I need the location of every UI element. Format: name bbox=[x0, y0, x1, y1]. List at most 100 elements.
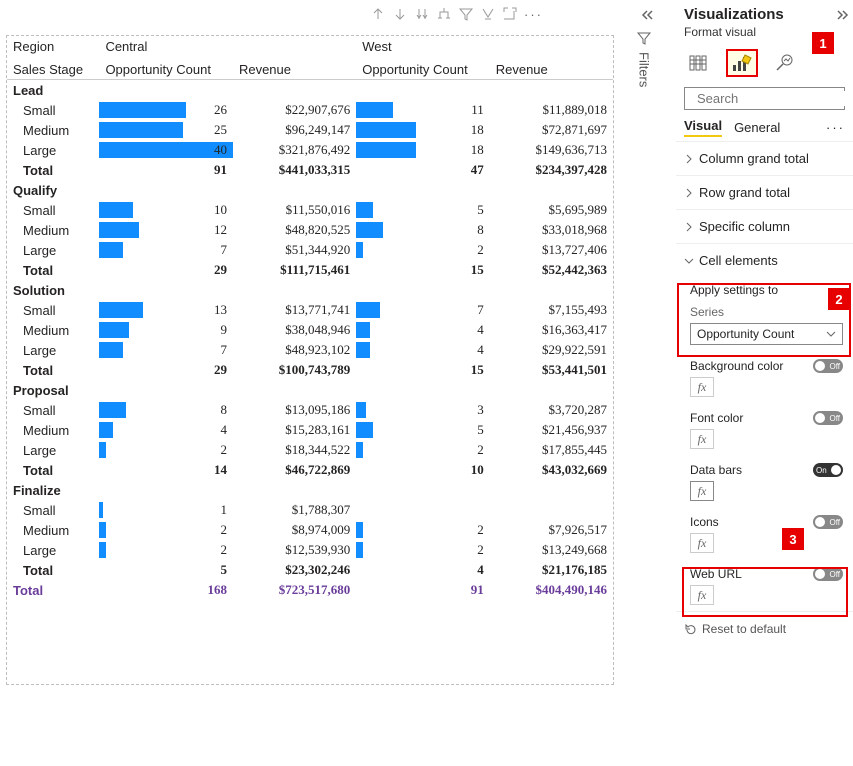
icons-toggle[interactable]: Off bbox=[813, 515, 843, 529]
focus-icon[interactable] bbox=[502, 6, 518, 22]
row-label: Small bbox=[7, 200, 99, 220]
data-bars-fx[interactable]: fx bbox=[690, 481, 714, 501]
drill-up-icon[interactable] bbox=[370, 6, 386, 22]
analytics-icon[interactable] bbox=[768, 49, 800, 77]
group-header[interactable]: Lead bbox=[7, 80, 613, 101]
cell: $441,033,315 bbox=[233, 160, 356, 180]
spotlight-icon[interactable] bbox=[480, 6, 496, 22]
cell: $5,695,989 bbox=[490, 200, 613, 220]
subtotal-row: Total5$23,302,2464$21,176,185 bbox=[7, 560, 613, 580]
drill-down-icon[interactable] bbox=[392, 6, 408, 22]
filters-collapsed-tab[interactable]: Filters bbox=[630, 30, 658, 110]
cell: $72,871,697 bbox=[490, 120, 613, 140]
header-region: Region bbox=[7, 36, 99, 56]
filters-label: Filters bbox=[637, 52, 652, 87]
font-color-toggle[interactable]: Off bbox=[813, 411, 843, 425]
cell: $16,363,417 bbox=[490, 320, 613, 340]
cell: $11,889,018 bbox=[490, 100, 613, 120]
matrix-visual[interactable]: Region Central West Sales Stage Opportun… bbox=[6, 35, 614, 685]
table-row: Large2$12,539,9302$13,249,668 bbox=[7, 540, 613, 560]
cell: 91 bbox=[99, 160, 233, 180]
cell: $15,283,161 bbox=[233, 420, 356, 440]
cell: 10 bbox=[356, 460, 490, 480]
cell: $21,176,185 bbox=[490, 560, 613, 580]
oc-cell: 8 bbox=[99, 400, 233, 420]
acc-column-grand-total[interactable]: Column grand total bbox=[676, 141, 853, 175]
filter-icon[interactable] bbox=[458, 6, 474, 22]
subtotal-label: Total bbox=[7, 560, 99, 580]
expand-down-icon[interactable] bbox=[414, 6, 430, 22]
group-header[interactable]: Qualify bbox=[7, 180, 613, 200]
row-label: Large bbox=[7, 340, 99, 360]
cell: $96,249,147 bbox=[233, 120, 356, 140]
bg-color-fx[interactable]: fx bbox=[690, 377, 714, 397]
acc-row-grand-total[interactable]: Row grand total bbox=[676, 175, 853, 209]
oc-cell: 40 bbox=[99, 140, 233, 160]
badge-2: 2 bbox=[828, 288, 850, 310]
subtotal-row: Total29$111,715,46115$52,442,363 bbox=[7, 260, 613, 280]
cell: $48,820,525 bbox=[233, 220, 356, 240]
cell: $11,550,016 bbox=[233, 200, 356, 220]
tab-general[interactable]: General bbox=[734, 120, 780, 135]
acc-specific-column[interactable]: Specific column bbox=[676, 209, 853, 243]
cell: $723,517,680 bbox=[233, 580, 356, 600]
cell: $1,788,307 bbox=[233, 500, 356, 520]
row-label: Small bbox=[7, 100, 99, 120]
table-row: Small10$11,550,0165$5,695,989 bbox=[7, 200, 613, 220]
more-options-icon[interactable]: ··· bbox=[524, 7, 543, 22]
search-box[interactable] bbox=[684, 87, 845, 110]
group-header[interactable]: Proposal bbox=[7, 380, 613, 400]
cell: $149,636,713 bbox=[490, 140, 613, 160]
cell: $13,727,406 bbox=[490, 240, 613, 260]
row-label: Large bbox=[7, 140, 99, 160]
header-central: Central bbox=[99, 36, 356, 56]
oc-cell: 2 bbox=[99, 440, 233, 460]
cell: 47 bbox=[356, 160, 490, 180]
expand-pane-icon[interactable] bbox=[835, 8, 849, 22]
format-visual-icon[interactable] bbox=[726, 49, 758, 77]
oc-cell: 7 bbox=[356, 300, 490, 320]
row-label: Large bbox=[7, 540, 99, 560]
bg-color-label: Background color bbox=[690, 359, 783, 373]
cell: $8,974,009 bbox=[233, 520, 356, 540]
badge-3: 3 bbox=[782, 528, 804, 550]
viz-title: Visualizations bbox=[684, 6, 784, 23]
group-header[interactable]: Solution bbox=[7, 280, 613, 300]
search-input[interactable] bbox=[697, 91, 853, 106]
table-row: Large7$48,923,1024$29,922,591 bbox=[7, 340, 613, 360]
oc-cell: 5 bbox=[356, 200, 490, 220]
data-bars-toggle[interactable]: On bbox=[813, 463, 843, 477]
collapse-pane-icon[interactable] bbox=[640, 8, 654, 25]
acc-label: Column grand total bbox=[699, 151, 809, 166]
font-color-label: Font color bbox=[690, 411, 743, 425]
visual-header-toolbar: ··· bbox=[370, 6, 543, 22]
row-label: Small bbox=[7, 500, 99, 520]
callout-3 bbox=[682, 567, 848, 617]
callout-2 bbox=[677, 283, 851, 357]
cell: $13,249,668 bbox=[490, 540, 613, 560]
tab-visual[interactable]: Visual bbox=[684, 118, 722, 137]
table-row: Medium25$96,249,14718$72,871,697 bbox=[7, 120, 613, 140]
cell: $7,155,493 bbox=[490, 300, 613, 320]
row-label: Small bbox=[7, 300, 99, 320]
hierarchy-icon[interactable] bbox=[436, 6, 452, 22]
cell: $404,490,146 bbox=[490, 580, 613, 600]
font-color-fx[interactable]: fx bbox=[690, 429, 714, 449]
row-label: Small bbox=[7, 400, 99, 420]
table-row: Medium4$15,283,1615$21,456,937 bbox=[7, 420, 613, 440]
bg-color-toggle[interactable]: Off bbox=[813, 359, 843, 373]
reset-icon bbox=[684, 623, 697, 636]
build-visual-icon[interactable] bbox=[684, 49, 716, 77]
header-oc-w: Opportunity Count bbox=[356, 56, 490, 80]
oc-cell: 1 bbox=[99, 500, 233, 520]
table-row: Large7$51,344,9202$13,727,406 bbox=[7, 240, 613, 260]
header-rev-c: Revenue bbox=[233, 56, 356, 80]
tab-more[interactable]: ··· bbox=[826, 120, 845, 135]
cell: $18,344,522 bbox=[233, 440, 356, 460]
icons-fx[interactable]: fx bbox=[690, 533, 714, 553]
cell: 15 bbox=[356, 260, 490, 280]
oc-cell: 26 bbox=[99, 100, 233, 120]
cell: $321,876,492 bbox=[233, 140, 356, 160]
acc-cell-elements[interactable]: Cell elements bbox=[676, 243, 853, 277]
group-header[interactable]: Finalize bbox=[7, 480, 613, 500]
